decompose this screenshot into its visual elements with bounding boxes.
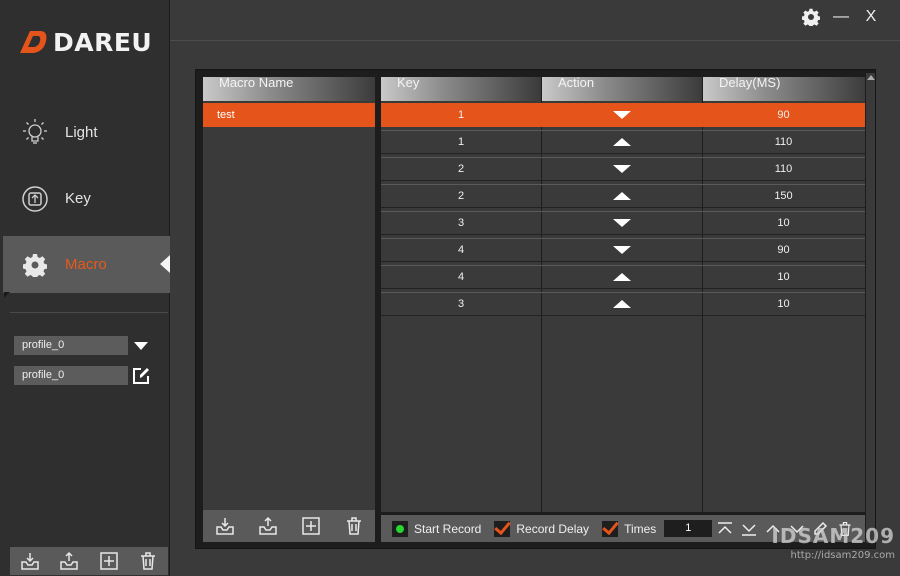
event-action [541,292,702,316]
export-icon[interactable] [257,515,279,537]
key-down-icon [612,219,631,227]
record-delay-label: Record Delay [516,521,590,536]
record-delay-checkbox[interactable] [494,520,511,537]
sidebar-item-label: Macro [65,256,107,273]
macro-name-header: Macro Name [203,76,375,101]
add-icon[interactable] [300,515,322,537]
event-key: 4 [457,271,465,283]
event-action [541,103,702,127]
event-row[interactable]: 3 10 [381,211,865,235]
logo-text: DAREU [53,27,153,57]
bulb-icon [19,117,51,149]
event-action [541,130,702,154]
profile-select-value: profile_0 [14,336,129,355]
event-key: 1 [457,109,465,121]
corner-mark [4,292,10,298]
import-icon[interactable] [19,550,41,572]
event-delay[interactable]: 10 [702,265,865,289]
sidebar: DAREU Light Key Macro profile_0 profile_… [0,0,170,576]
active-indicator-arrow [160,255,170,273]
scrollbar[interactable] [866,73,875,543]
event-row[interactable]: 3 10 [381,292,865,316]
times-label: Times [624,521,657,536]
event-key: 2 [457,163,465,175]
key-up-icon [612,192,631,200]
import-icon[interactable] [214,515,236,537]
macro-list-item[interactable]: test [203,103,375,127]
add-icon[interactable] [98,550,120,572]
key-column-header: Key [381,76,539,101]
sidebar-item-key[interactable]: Key [3,170,170,227]
event-delay[interactable]: 150 [702,184,865,208]
divider [10,312,168,313]
dareu-logo: DAREU [16,27,152,57]
event-key: 3 [457,298,465,310]
sidebar-item-light[interactable]: Light [3,104,170,161]
event-delay[interactable]: 90 [702,238,865,262]
gear-icon [19,249,51,281]
edit-icon[interactable] [130,366,152,385]
event-delay[interactable]: 10 [702,211,865,235]
minimize-button[interactable]: — [832,7,850,27]
profile-select[interactable]: profile_0 [14,336,152,355]
sidebar-item-label: Light [65,124,98,141]
action-column-header: Action [542,76,701,101]
delete-icon[interactable] [137,550,159,572]
watermark-text: IDSAM209 [771,524,895,548]
record-status-dot [396,524,404,533]
event-action [541,265,702,289]
keyboard-key-icon [19,183,51,215]
times-checkbox[interactable] [602,520,619,537]
key-up-icon [612,273,631,281]
event-delay[interactable]: 110 [702,157,865,181]
event-key: 2 [457,190,465,202]
key-up-icon [612,300,631,308]
start-record-label: Start Record [414,521,482,536]
gear-icon[interactable] [802,7,820,27]
profile-toolbar [10,547,168,575]
window-controls: — X [802,7,880,27]
event-key: 1 [457,136,465,148]
dareu-logo-icon [20,31,47,53]
macro-list: Macro Name test [203,76,375,542]
scroll-up-icon[interactable] [867,75,875,80]
divider [170,40,900,41]
event-row[interactable]: 4 10 [381,265,865,289]
chevron-down-icon[interactable] [130,336,152,355]
event-row[interactable]: 1 90 [381,103,865,127]
key-up-icon [612,138,631,146]
profile-name-field[interactable]: profile_0 [14,366,152,385]
event-key: 4 [457,244,465,256]
event-row[interactable]: 1 110 [381,130,865,154]
macro-events-table: Key Action Delay(MS) 1 90 1 110 2 110 2 150 3 10 4… [381,76,865,512]
event-delay[interactable]: 110 [702,130,865,154]
export-icon[interactable] [58,550,80,572]
event-action [541,184,702,208]
sidebar-item-label: Key [65,190,91,207]
macro-toolbar [203,510,375,542]
watermark-url: http://idsam209.com [790,550,895,561]
key-down-icon [612,165,631,173]
event-action [541,211,702,235]
event-delay[interactable]: 10 [702,292,865,316]
event-delay[interactable]: 90 [702,103,865,127]
event-action [541,157,702,181]
key-down-icon [612,111,631,119]
close-button[interactable]: X [862,7,880,27]
event-row[interactable]: 2 150 [381,184,865,208]
delay-column-header: Delay(MS) [703,76,865,101]
key-down-icon [612,246,631,254]
start-record-button[interactable] [392,520,408,537]
profile-name-value: profile_0 [14,366,129,385]
watermark: IDSAM209 http://idsam209.com [705,515,895,570]
event-row[interactable]: 2 110 [381,157,865,181]
event-action [541,238,702,262]
event-row[interactable]: 4 90 [381,238,865,262]
event-key: 3 [457,217,465,229]
sidebar-item-macro[interactable]: Macro [3,236,170,293]
delete-icon[interactable] [343,515,365,537]
